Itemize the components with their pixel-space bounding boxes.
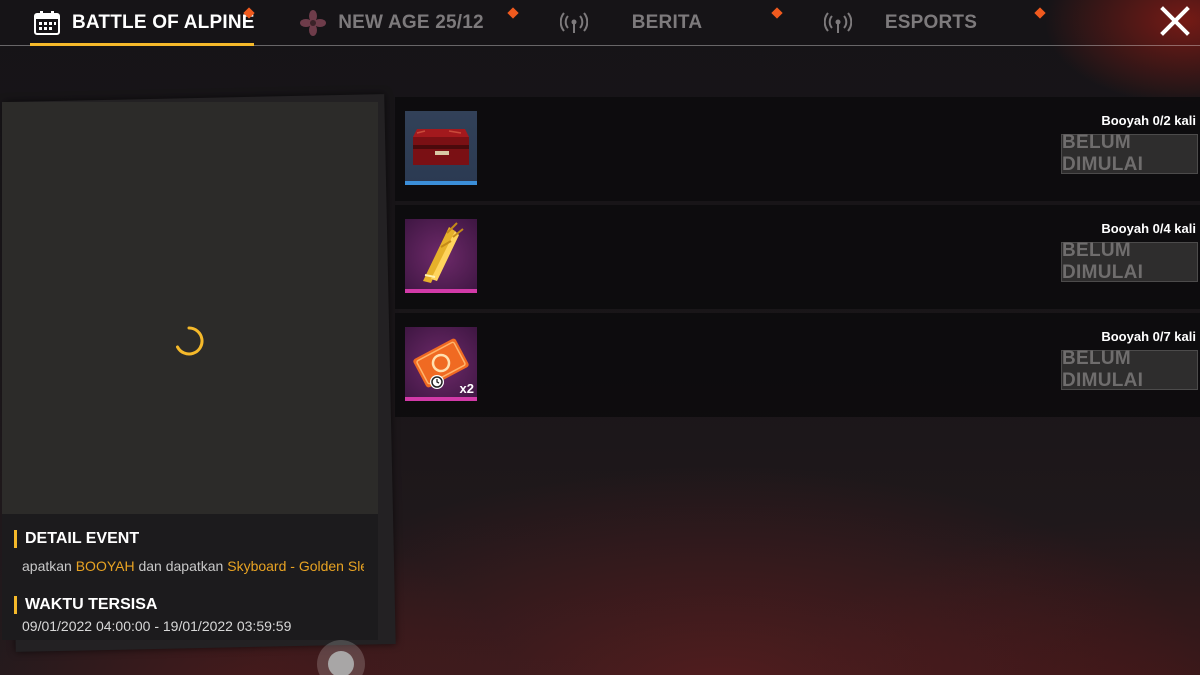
event-description: apatkan BOOYAH dan dapatkan Skyboard - G…: [22, 558, 364, 576]
tab-bar: BATTLE OF ALPINE I NEW AGE 25/12 BERITA …: [0, 0, 1200, 46]
reward-row: Booyah 0/2 kali BELUM DIMULAI: [395, 97, 1200, 201]
tab-berita[interactable]: BERITA: [554, 0, 780, 46]
broadcast-icon: [824, 12, 852, 34]
desc-highlight: Skyboard - Golden Sledge: [227, 558, 364, 574]
flower-icon: [300, 10, 327, 36]
booyah-progress: Booyah 0/2 kali: [1101, 113, 1196, 128]
reward-item[interactable]: x2: [405, 327, 477, 401]
close-button[interactable]: [1158, 5, 1192, 41]
tab-label: NEW AGE 25/12: [338, 12, 484, 33]
not-started-button[interactable]: BELUM DIMULAI: [1061, 348, 1198, 391]
item-quantity: x2: [459, 381, 474, 396]
tab-battle-of-alpine[interactable]: BATTLE OF ALPINE I: [30, 0, 254, 46]
booyah-progress: Booyah 0/4 kali: [1101, 221, 1196, 236]
tab-label: BERITA: [631, 12, 703, 33]
red-crate-icon: [413, 129, 469, 165]
desc-text: dan dapatkan: [134, 558, 228, 574]
reward-row: x2 Booyah 0/7 kali BELUM DIMULAI: [395, 313, 1200, 417]
reward-item[interactable]: [405, 219, 477, 293]
calendar-icon: [34, 11, 60, 35]
active-tab-underline: [30, 43, 254, 46]
rarity-bar: [405, 181, 477, 185]
not-started-button[interactable]: BELUM DIMULAI: [1061, 132, 1198, 175]
detail-event-heading: DETAIL EVENT: [14, 530, 139, 548]
tab-label: BATTLE OF ALPINE I: [72, 12, 254, 33]
tab-label: ESPORTS: [884, 12, 978, 33]
desc-text: apatkan: [22, 558, 76, 574]
time-remaining-heading: WAKTU TERSISA: [14, 596, 157, 614]
not-started-button[interactable]: BELUM DIMULAI: [1061, 240, 1198, 283]
tab-new-age[interactable]: NEW AGE 25/12: [292, 0, 492, 46]
scroll-handle-knob: [328, 651, 354, 675]
rarity-bar: [405, 289, 477, 293]
reward-item[interactable]: [405, 111, 477, 185]
close-icon: [1160, 5, 1190, 41]
golden-sledge-icon: [423, 222, 464, 283]
tab-esports[interactable]: ESPORTS: [818, 0, 1044, 46]
event-time-range: 09/01/2022 04:00:00 - 19/01/2022 03:59:5…: [22, 618, 292, 634]
reward-row: Booyah 0/4 kali BELUM DIMULAI: [395, 205, 1200, 309]
notification-dot: [507, 7, 519, 19]
broadcast-icon: [560, 12, 588, 34]
event-info-panel: DETAIL EVENT apatkan BOOYAH dan dapatkan…: [2, 514, 378, 640]
booyah-progress: Booyah 0/7 kali: [1101, 329, 1196, 344]
desc-highlight: BOOYAH: [75, 558, 135, 574]
loading-spinner-icon: [176, 326, 204, 356]
event-card: DETAIL EVENT apatkan BOOYAH dan dapatkan…: [2, 102, 378, 640]
rarity-bar: [405, 397, 477, 401]
